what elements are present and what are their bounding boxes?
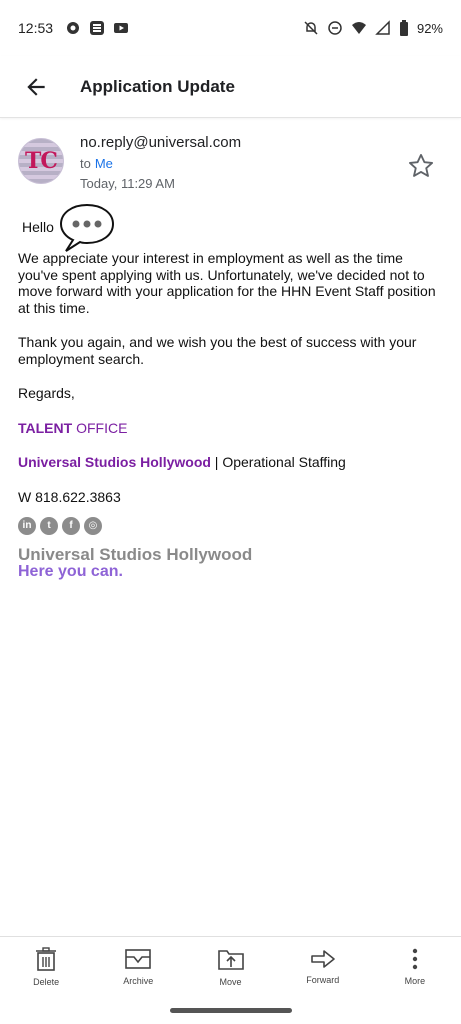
do-not-disturb-icon [328,21,342,35]
recipient-name: Me [94,156,113,171]
move-icon [217,949,244,970]
star-icon [408,153,434,177]
trash-icon [36,946,57,971]
battery-percent: 92% [416,20,443,36]
body-paragraph-2: Thank you again, and we wish you the bes… [18,334,417,367]
signature-company-line: Universal Studios Hollywood | Operationa… [18,454,443,471]
message-body: Hello We appreciate your interest in emp… [18,203,443,580]
signature-office: OFFICE [72,419,128,436]
delete-label: Delete [33,976,60,987]
home-gesture-bar[interactable] [170,1008,292,1013]
body-paragraph-1: We appreciate your interest in employmen… [18,250,436,316]
signature-dept: | Operational Staffing [210,454,346,470]
speech-bubble-icon [59,203,115,252]
linkedin-icon[interactable]: in [18,517,36,535]
forward-button[interactable]: Forward [277,937,369,996]
delete-button[interactable]: Delete [0,937,92,996]
archive-label: Archive [123,975,154,986]
move-button[interactable]: Move [184,937,276,996]
brand-name: Universal Studios Hollywood [18,545,253,564]
app-bar: Application Update [0,56,461,118]
page-title: Application Update [80,76,235,96]
greeting: Hello [22,219,54,235]
to-prefix: to [80,156,91,171]
signature-talent: TALENT [18,419,73,436]
signature-company: Universal Studios Hollywood [18,454,211,470]
avatar[interactable]: TC [18,138,64,184]
back-button[interactable] [16,67,56,107]
regards: Regards, [18,385,75,401]
notifications-off-icon [304,21,318,35]
message-date: Today, 11:29 AM [80,176,175,191]
signature-title: TALENT OFFICE [18,420,443,437]
facebook-icon[interactable]: f [62,517,80,535]
wifi-icon [351,22,366,34]
app-s-icon [90,21,105,35]
status-time: 12:53 [18,20,54,36]
avatar-initials: TC [25,148,58,174]
brand-tagline: Here you can. [18,562,123,580]
signal-icon [375,20,390,35]
message-header: TC no.reply@universal.com to Me Today, 11… [0,132,461,196]
social-links: in t f ◎ [18,517,443,535]
status-bar: 12:53 92% [0,0,461,56]
more-vert-icon [412,948,418,969]
archive-button[interactable]: Archive [92,937,184,996]
more-label: More [404,975,426,986]
move-label: Move [219,976,242,987]
star-button[interactable] [407,152,435,185]
more-button[interactable]: More [369,937,461,996]
settings-icon [67,22,80,34]
forward-label: Forward [306,974,340,985]
battery-icon [399,20,408,36]
instagram-icon[interactable]: ◎ [84,517,102,535]
greeting-row: Hello [18,203,443,252]
bottom-action-bar: Delete Archive Move Forward More [0,936,461,996]
signature-phone[interactable]: W 818.622.3863 [18,489,443,506]
arrow-back-icon [27,77,45,96]
youtube-icon [114,23,129,33]
recipient-line[interactable]: to Me [80,156,113,171]
sender-email[interactable]: no.reply@universal.com [80,134,241,151]
twitter-icon[interactable]: t [40,517,58,535]
forward-icon [310,949,335,968]
archive-icon [125,948,152,969]
